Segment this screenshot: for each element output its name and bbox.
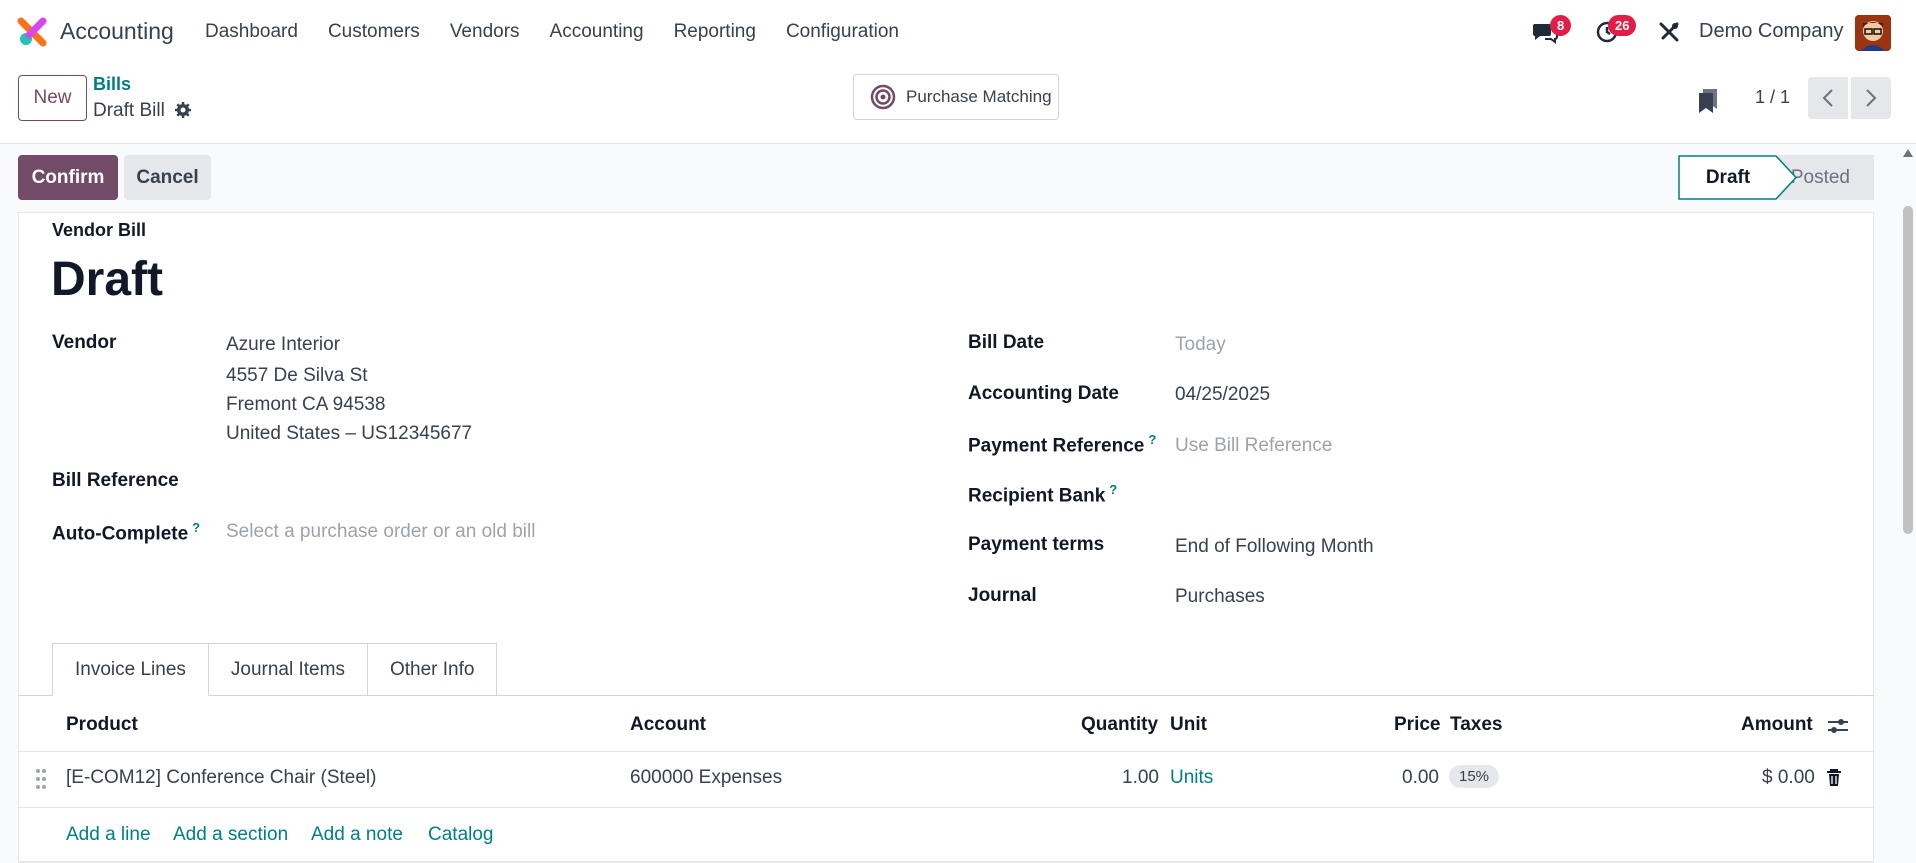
bill-date-label: Bill Date — [968, 332, 1045, 353]
bookmark-icon[interactable] — [1697, 87, 1719, 113]
activities-badge: 26 — [1608, 15, 1637, 36]
trash-icon[interactable] — [1826, 769, 1842, 787]
footer-divider — [19, 861, 1874, 862]
bill-reference-input[interactable] — [226, 466, 826, 496]
vendor-label: Vendor — [52, 332, 117, 353]
line-quantity[interactable]: 1.00 — [1122, 767, 1159, 789]
tools-icon[interactable] — [1657, 20, 1681, 44]
journal-input[interactable]: Purchases — [1175, 586, 1265, 608]
column-taxes[interactable]: Taxes — [1450, 714, 1502, 736]
auto-complete-label: Auto-Complete? — [52, 520, 201, 545]
vendor-name[interactable]: Azure Interior — [226, 334, 340, 356]
messages-badge: 8 — [1550, 15, 1572, 36]
notebook-tabs: Invoice Lines Journal Items Other Info — [52, 643, 498, 696]
add-line-link[interactable]: Add a line — [66, 824, 151, 846]
menu-dashboard[interactable]: Dashboard — [205, 21, 298, 43]
main-menu: Dashboard Customers Vendors Accounting R… — [190, 0, 914, 64]
bill-date-input[interactable]: Today — [1175, 334, 1226, 356]
menu-accounting[interactable]: Accounting — [550, 21, 644, 43]
pager-next-button[interactable] — [1851, 77, 1891, 119]
accounting-app-icon[interactable] — [17, 17, 47, 47]
bill-reference-label: Bill Reference — [52, 470, 179, 491]
payment-terms-label: Payment terms — [968, 534, 1105, 555]
help-tooltip-icon[interactable]: ? — [1109, 482, 1117, 497]
help-tooltip-icon[interactable]: ? — [192, 520, 200, 535]
auto-complete-input[interactable]: Select a purchase order or an old bill — [226, 521, 535, 543]
purchase-matching-button[interactable]: Purchase Matching — [853, 74, 1059, 120]
recipient-bank-label: Recipient Bank? — [968, 482, 1118, 507]
line-unit[interactable]: Units — [1170, 767, 1213, 789]
accounting-date-input[interactable]: 04/25/2025 — [1175, 384, 1270, 406]
journal-label: Journal — [968, 585, 1037, 606]
scroll-up-icon[interactable] — [1903, 149, 1913, 157]
pager-previous-button[interactable] — [1808, 77, 1848, 119]
status-bar: Posted Draft — [1678, 155, 1874, 200]
app-name[interactable]: Accounting — [60, 18, 174, 45]
add-note-link[interactable]: Add a note — [311, 824, 403, 846]
chevron-right-icon — [1866, 89, 1877, 107]
column-unit[interactable]: Unit — [1170, 714, 1207, 736]
status-draft[interactable]: Draft — [1678, 155, 1778, 200]
catalog-link[interactable]: Catalog — [428, 824, 494, 846]
column-product[interactable]: Product — [66, 714, 138, 736]
menu-configuration[interactable]: Configuration — [786, 21, 899, 43]
user-avatar[interactable] — [1855, 15, 1891, 51]
document-type: Vendor Bill — [52, 220, 147, 240]
optional-columns-icon[interactable] — [1827, 716, 1849, 736]
add-section-link[interactable]: Add a section — [173, 824, 288, 846]
new-button[interactable]: New — [18, 75, 87, 121]
vendor-country: United States – US12345677 — [226, 423, 473, 444]
document-title: Draft — [51, 253, 164, 306]
menu-customers[interactable]: Customers — [328, 21, 420, 43]
line-tax-tag[interactable]: 15% — [1449, 765, 1500, 788]
tab-invoice-lines[interactable]: Invoice Lines — [52, 643, 209, 696]
scrollbar-thumb[interactable] — [1903, 206, 1913, 534]
payment-terms-input[interactable]: End of Following Month — [1175, 536, 1374, 558]
purchase-matching-label: Purchase Matching — [906, 87, 1052, 106]
column-price[interactable]: Price — [1394, 714, 1440, 736]
accounting-date-label: Accounting Date — [968, 383, 1119, 404]
breadcrumb-bills[interactable]: Bills — [93, 74, 131, 95]
gear-icon[interactable] — [174, 101, 192, 119]
header-divider — [19, 751, 1874, 752]
line-account[interactable]: 600000 Expenses — [630, 767, 782, 789]
help-tooltip-icon[interactable]: ? — [1148, 432, 1156, 447]
cancel-button[interactable]: Cancel — [124, 155, 211, 200]
payment-reference-input[interactable]: Use Bill Reference — [1175, 435, 1332, 457]
vendor-street: 4557 De Silva St — [226, 365, 368, 386]
pager-value[interactable]: 1 / 1 — [1755, 87, 1790, 108]
chevron-left-icon — [1822, 89, 1833, 107]
payment-reference-label: Payment Reference? — [968, 432, 1157, 457]
breadcrumb-current: Draft Bill — [93, 100, 165, 121]
line-product[interactable]: [E-COM12] Conference Chair (Steel) — [66, 767, 376, 789]
target-icon — [870, 84, 896, 110]
vendor-city: Fremont CA 94538 — [226, 394, 386, 415]
control-panel: New Bills Draft Bill Purchase Matching 1… — [0, 64, 1916, 144]
recipient-bank-input[interactable] — [1175, 480, 1775, 510]
tab-other-info[interactable]: Other Info — [367, 643, 498, 696]
column-quantity[interactable]: Quantity — [1081, 714, 1158, 736]
line-amount: $ 0.00 — [1762, 767, 1815, 788]
drag-handle-icon[interactable] — [35, 768, 47, 790]
tab-journal-items[interactable]: Journal Items — [208, 643, 368, 696]
line-price[interactable]: 0.00 — [1402, 767, 1439, 789]
menu-reporting[interactable]: Reporting — [674, 21, 756, 43]
column-account[interactable]: Account — [630, 714, 706, 736]
row-divider — [19, 807, 1874, 808]
menu-vendors[interactable]: Vendors — [450, 21, 520, 43]
confirm-button[interactable]: Confirm — [18, 155, 118, 200]
top-navbar: Accounting Dashboard Customers Vendors A… — [0, 0, 1916, 64]
column-amount[interactable]: Amount — [1741, 714, 1813, 736]
company-switcher[interactable]: Demo Company — [1699, 20, 1844, 43]
